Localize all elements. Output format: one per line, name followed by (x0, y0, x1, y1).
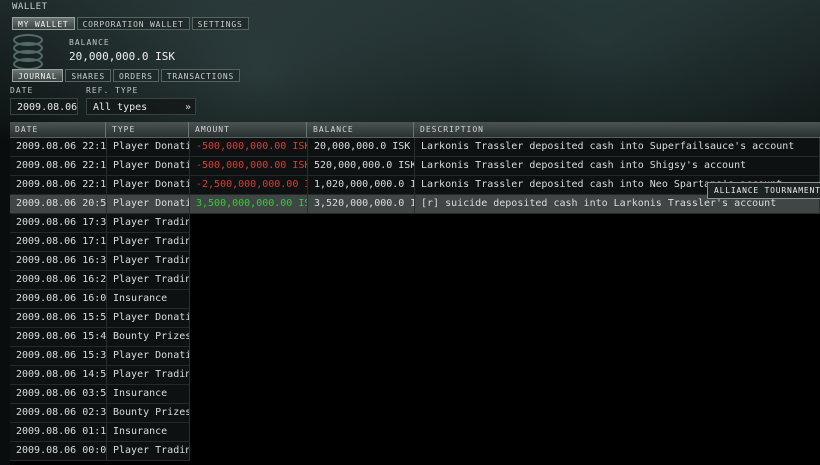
cell-balance: 1,020,000,000.0 ISK (308, 176, 415, 195)
table-row[interactable]: 2009.08.06 15:50Player Donation (10, 309, 190, 328)
column-header-date[interactable]: DATE (10, 122, 106, 137)
cell-type: Player Donation (107, 195, 190, 214)
balance-value: 20,000,000.0 ISK (69, 50, 175, 63)
cell-balance: 520,000,000.0 ISK (308, 157, 415, 176)
cell-date: 2009.08.06 15:50 (10, 309, 107, 328)
tab-settings[interactable]: SETTINGS (191, 17, 249, 30)
cell-type: Player Trading (107, 214, 190, 233)
table-row[interactable]: 2009.08.06 17:14 Player Trading (10, 233, 190, 252)
cell-amount: 3,500,000,000.00 ISK (190, 195, 308, 214)
cell-type: Player Trading (107, 252, 190, 271)
journal-table: DATE TYPE AMOUNT BALANCE DESCRIPTION 200… (10, 122, 820, 465)
reftype-select[interactable]: All types » (86, 98, 196, 115)
cell-date: 2009.08.06 00:03 (10, 442, 107, 461)
reftype-select-value: All types (93, 102, 148, 113)
cell-date: 2009.08.06 02:34 (10, 404, 107, 423)
journal-tabs: JOURNAL SHARES ORDERS TRANSACTIONS (12, 69, 241, 82)
table-row[interactable]: 2009.08.06 16:09 Insurance (10, 290, 190, 309)
reftype-filter-label: REF. TYPE (86, 86, 139, 95)
column-header-amount[interactable]: AMOUNT (190, 122, 307, 137)
cell-date: 2009.08.06 16:26 (10, 271, 107, 290)
cell-amount: -500,000,000.00 ISK (190, 138, 308, 157)
cell-type: Player Trading (107, 271, 190, 290)
cell-balance: 3,520,000,000.0 ISK (308, 195, 415, 214)
cell-date: 2009.08.06 15:39 (10, 347, 107, 366)
table-row[interactable]: 2009.08.06 14:54 Player Trading (10, 366, 190, 385)
table-row[interactable]: 2009.08.06 22:14Player Donation-500,000,… (10, 157, 820, 176)
tab-transactions[interactable]: TRANSACTIONS (160, 69, 241, 82)
wallet-emblem-icon (13, 34, 43, 70)
cell-date: 2009.08.06 14:54 (10, 366, 107, 385)
cell-type: Player Donation (107, 176, 190, 195)
table-row[interactable]: 2009.08.06 00:03 Player Trading (10, 442, 190, 461)
tab-shares[interactable]: SHARES (65, 69, 112, 82)
cell-description: Larkonis Trassler deposited cash into Su… (415, 138, 820, 157)
cell-date: 2009.08.06 17:14 (10, 233, 107, 252)
balance-label: BALANCE (69, 38, 110, 47)
cell-amount: -500,000,000.00 ISK (190, 157, 308, 176)
cell-date: 2009.08.06 20:56 (10, 195, 107, 214)
cell-type: Player Donation (107, 309, 190, 328)
cell-balance: 20,000,000.0 ISK (308, 138, 415, 157)
tab-my-wallet[interactable]: MY WALLET (12, 17, 75, 30)
column-header-description[interactable]: DESCRIPTION (415, 122, 820, 137)
cell-type: Insurance (107, 290, 190, 309)
cell-date: 2009.08.06 16:09 (10, 290, 107, 309)
table-row[interactable]: 2009.08.06 15:39Player Donation (10, 347, 190, 366)
column-header-balance[interactable]: BALANCE (308, 122, 414, 137)
cell-date: 2009.08.06 17:33 (10, 214, 107, 233)
cell-description: Larkonis Trassler deposited cash into Sh… (415, 157, 820, 176)
cell-type: Insurance (107, 385, 190, 404)
cell-date: 2009.08.06 03:53 (10, 385, 107, 404)
cell-type: Player Donation (107, 138, 190, 157)
table-row[interactable]: 2009.08.06 16:34 Player Trading (10, 252, 190, 271)
tab-corporation-wallet[interactable]: CORPORATION WALLET (76, 17, 190, 30)
table-row[interactable]: 2009.08.06 15:45 Bounty Prizes (10, 328, 190, 347)
cell-date: 2009.08.06 22:14 (10, 157, 107, 176)
table-row[interactable]: 2009.08.06 20:56Player Donation3,500,000… (10, 195, 820, 214)
cell-type: Player Donation (107, 157, 190, 176)
table-row[interactable]: 2009.08.06 22:14Player Donation-500,000,… (10, 138, 820, 157)
date-filter-input[interactable]: 2009.08.06 (10, 98, 78, 115)
tooltip: ALLIANCE TOURNAMENT 7 (707, 182, 820, 199)
table-row[interactable]: 2009.08.06 16:26 Player Trading (10, 271, 190, 290)
cell-date: 2009.08.06 22:14 (10, 138, 107, 157)
chevron-down-icon: » (184, 102, 191, 113)
table-row[interactable]: 2009.08.06 03:53 Insurance (10, 385, 190, 404)
cell-date: 2009.08.06 15:45 (10, 328, 107, 347)
cell-type: Bounty Prizes (107, 404, 190, 423)
cell-type: Player Donation (107, 347, 190, 366)
column-header-type[interactable]: TYPE (107, 122, 189, 137)
cell-date: 2009.08.06 01:10 (10, 423, 107, 442)
cell-date: 2009.08.06 16:34 (10, 252, 107, 271)
cell-amount: -2,500,000,000.00 ISK (190, 176, 308, 195)
wallet-window: WALLET MY WALLET CORPORATION WALLET SETT… (0, 0, 820, 465)
wallet-tabs: MY WALLET CORPORATION WALLET SETTINGS (12, 17, 249, 30)
date-filter-label: DATE (10, 86, 34, 95)
table-row[interactable]: 2009.08.06 22:14Player Donation-2,500,00… (10, 176, 820, 195)
cell-type: Insurance (107, 423, 190, 442)
table-row[interactable]: 2009.08.06 17:33 Player Trading (10, 214, 190, 233)
cell-date: 2009.08.06 22:14 (10, 176, 107, 195)
tab-orders[interactable]: ORDERS (113, 69, 159, 82)
cell-type: Player Trading (107, 366, 190, 385)
cell-type: Player Trading (107, 233, 190, 252)
cell-type: Player Trading (107, 442, 190, 461)
table-row[interactable]: 2009.08.06 02:34 Bounty Prizes (10, 404, 190, 423)
cell-type: Bounty Prizes (107, 328, 190, 347)
window-title: WALLET (12, 2, 48, 12)
table-header: DATE TYPE AMOUNT BALANCE DESCRIPTION (10, 122, 820, 138)
table-row[interactable]: 2009.08.06 01:10 Insurance (10, 423, 190, 442)
tab-journal[interactable]: JOURNAL (12, 69, 64, 82)
